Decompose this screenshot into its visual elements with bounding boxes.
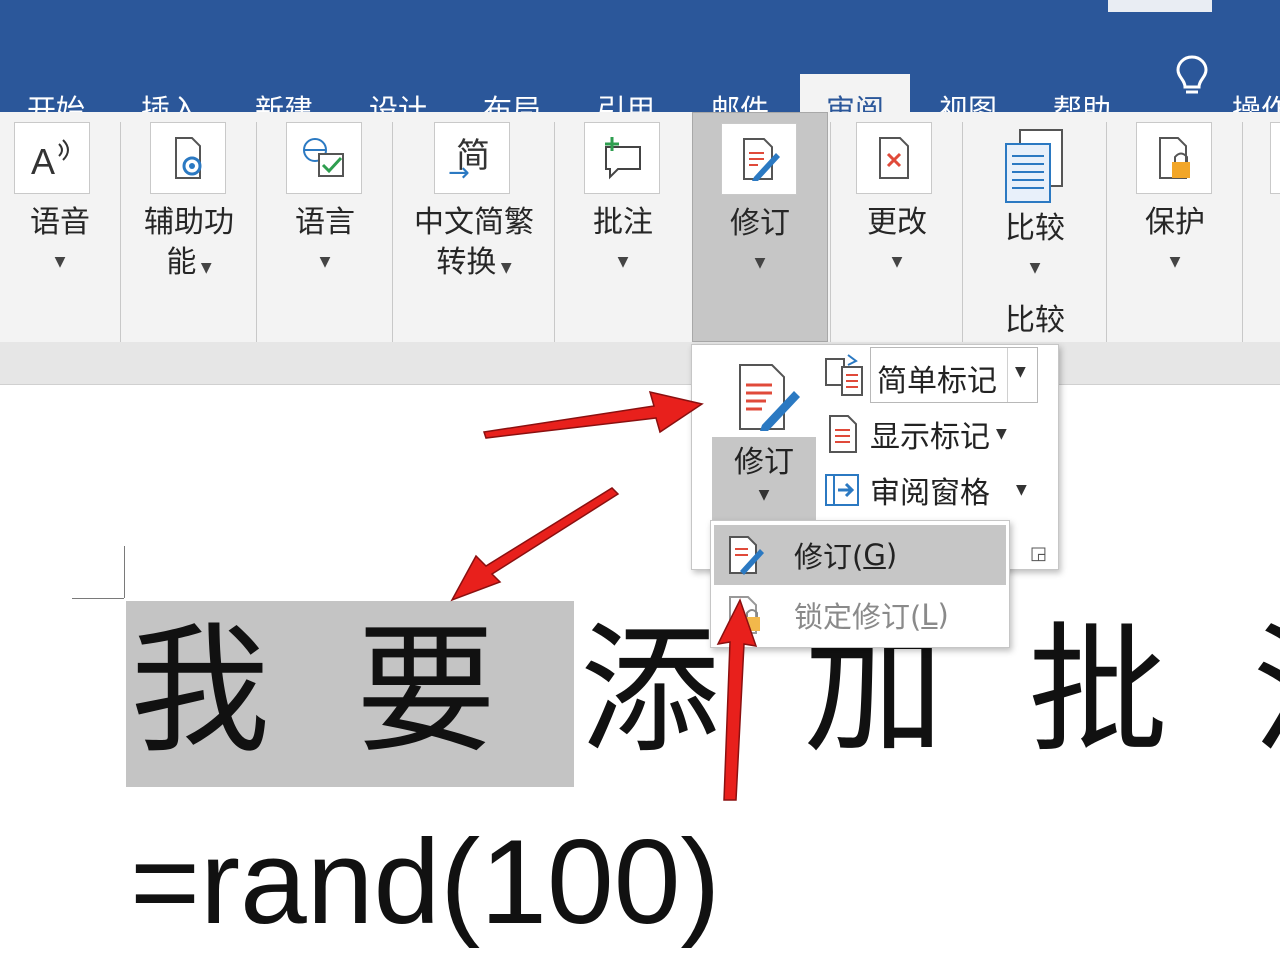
dialog-launcher-icon[interactable]: ◲: [1030, 543, 1047, 564]
svg-text:A: A: [31, 141, 55, 180]
display-for-review-icon: [822, 353, 866, 401]
reviewing-pane-icon: [825, 474, 859, 506]
document-formula-line[interactable]: =rand(100): [130, 812, 720, 952]
compare-label: 比较: [1005, 211, 1065, 246]
chinese-conversion-group[interactable]: 简 → 中文简繁 转换 ▼: [394, 112, 554, 342]
accessibility-icon: [150, 122, 226, 194]
track-changes-menu: 修订(G) 锁定修订(L): [710, 520, 1010, 648]
chinese-conversion-label-1: 中文简繁: [414, 205, 534, 240]
chinese-conversion-label-2: 转换: [436, 245, 497, 280]
group-divider: [1106, 122, 1107, 344]
changes-group[interactable]: 更改 ▼: [832, 112, 962, 342]
chevron-down-icon: ▼: [1029, 260, 1041, 276]
speech-group[interactable]: A 语音 ▼: [0, 112, 120, 342]
select-divider: [1007, 348, 1008, 402]
group-divider: [962, 122, 963, 344]
accessibility-label-2: 能: [166, 245, 197, 280]
reviewing-pane-label: 审阅窗格: [870, 476, 990, 511]
document-char[interactable]: 要: [356, 612, 496, 772]
protect-label: 保护: [1145, 205, 1205, 240]
menu-item-track-changes-text: 修订(: [794, 540, 864, 574]
chevron-down-icon: ▼: [496, 260, 512, 276]
title-bar: [0, 0, 1280, 38]
menu-item-lock-tracking-key: L: [921, 598, 938, 632]
chevron-down-icon: ▼: [617, 254, 629, 270]
track-changes-large-icon[interactable]: [732, 361, 804, 437]
chevron-down-icon: ▼: [758, 487, 770, 503]
ribbon-tab-bar: 开始 插入 新建 设计 布局 引用 邮件 审阅 视图 帮助 操作: [0, 38, 1280, 146]
chinese-conversion-label-2-row: 转换 ▼: [394, 244, 554, 287]
chevron-down-icon: ▼: [996, 426, 1007, 442]
document-char[interactable]: 注: [1252, 612, 1280, 772]
margin-corner-mark: [124, 546, 125, 598]
ribbon-bottom-bar: [0, 342, 1280, 385]
show-markup-button[interactable]: 显示标记 ▼: [826, 411, 1007, 457]
menu-item-track-changes-close: ): [885, 538, 898, 572]
markup-display-select[interactable]: 简单标记 ▼: [870, 347, 1038, 403]
reviewing-pane-button[interactable]: 审阅窗格 ▼: [824, 467, 1027, 513]
accessibility-group[interactable]: 辅助功 能 ▼: [122, 112, 256, 342]
group-divider: [830, 122, 831, 344]
simplified-traditional-icon: 简 →: [434, 122, 510, 194]
chevron-down-icon: ▼: [1169, 254, 1181, 270]
tracking-label: 修订: [730, 206, 790, 241]
chevron-down-icon: ▼: [196, 260, 212, 276]
accessibility-label-2-row: 能 ▼: [122, 244, 256, 287]
accessibility-label-1: 辅助功: [144, 205, 234, 240]
protect-group[interactable]: 保护 ▼: [1108, 112, 1242, 342]
arrow-right-icon: →: [448, 158, 470, 188]
track-changes-button-label: 修订: [734, 445, 794, 480]
document-char-clip: 注: [1252, 612, 1280, 772]
group-divider: [1242, 122, 1243, 344]
ribbon-overflow-icon[interactable]: [1270, 122, 1280, 194]
lock-tracking-icon: [729, 596, 760, 634]
document-char[interactable]: 批: [1028, 612, 1168, 772]
comments-label: 批注: [593, 205, 653, 240]
document-char[interactable]: 我: [130, 612, 270, 772]
track-changes-icon: [721, 123, 797, 195]
group-divider: [392, 122, 393, 344]
margin-corner-mark: [72, 598, 124, 599]
compare-icon: [1002, 128, 1068, 210]
comments-group[interactable]: 批注 ▼: [556, 112, 690, 342]
chevron-down-icon: ▼: [319, 254, 331, 270]
group-divider: [256, 122, 257, 344]
compare-group-label: 比较: [1005, 303, 1065, 338]
show-markup-label: 显示标记: [870, 420, 990, 455]
reject-change-icon: [856, 122, 932, 194]
lightbulb-icon[interactable]: [1174, 54, 1210, 102]
changes-label: 更改: [867, 205, 927, 240]
ribbon: A 语音 ▼ 辅助功 能 ▼ 语言 ▼ 简 → 中文简繁 转换 ▼ 批注 ▼ 修…: [0, 112, 1280, 344]
markup-select-value: 简单标记: [877, 364, 997, 399]
read-aloud-icon: A: [14, 122, 90, 194]
group-divider: [554, 122, 555, 344]
language-icon: [286, 122, 362, 194]
title-bar-button[interactable]: [1108, 0, 1212, 12]
menu-item-lock-tracking[interactable]: 锁定修订(L): [714, 585, 1006, 645]
group-divider: [120, 122, 121, 344]
chevron-down-icon: ▼: [1015, 364, 1026, 380]
menu-item-track-changes[interactable]: 修订(G): [714, 525, 1006, 585]
menu-item-lock-tracking-close: ): [937, 598, 949, 632]
chevron-down-icon: ▼: [754, 255, 766, 271]
protect-icon: [1136, 122, 1212, 194]
chevron-down-icon: ▼: [891, 254, 903, 270]
new-comment-icon: [584, 122, 660, 194]
chevron-down-icon: ▼: [1016, 482, 1027, 498]
menu-item-lock-tracking-text: 锁定修订(: [794, 600, 922, 634]
language-group[interactable]: 语言 ▼: [258, 112, 392, 342]
language-label: 语言: [295, 205, 355, 240]
track-changes-icon: [729, 536, 764, 575]
chevron-down-icon: ▼: [54, 254, 66, 270]
show-markup-icon: [829, 415, 857, 453]
menu-item-track-changes-key: G: [863, 538, 886, 572]
document-char[interactable]: 添: [580, 612, 720, 772]
speech-label: 语音: [30, 205, 90, 240]
tracking-group[interactable]: 修订 ▼: [692, 112, 828, 342]
compare-group[interactable]: 比较 ▼ 比较: [964, 112, 1106, 342]
